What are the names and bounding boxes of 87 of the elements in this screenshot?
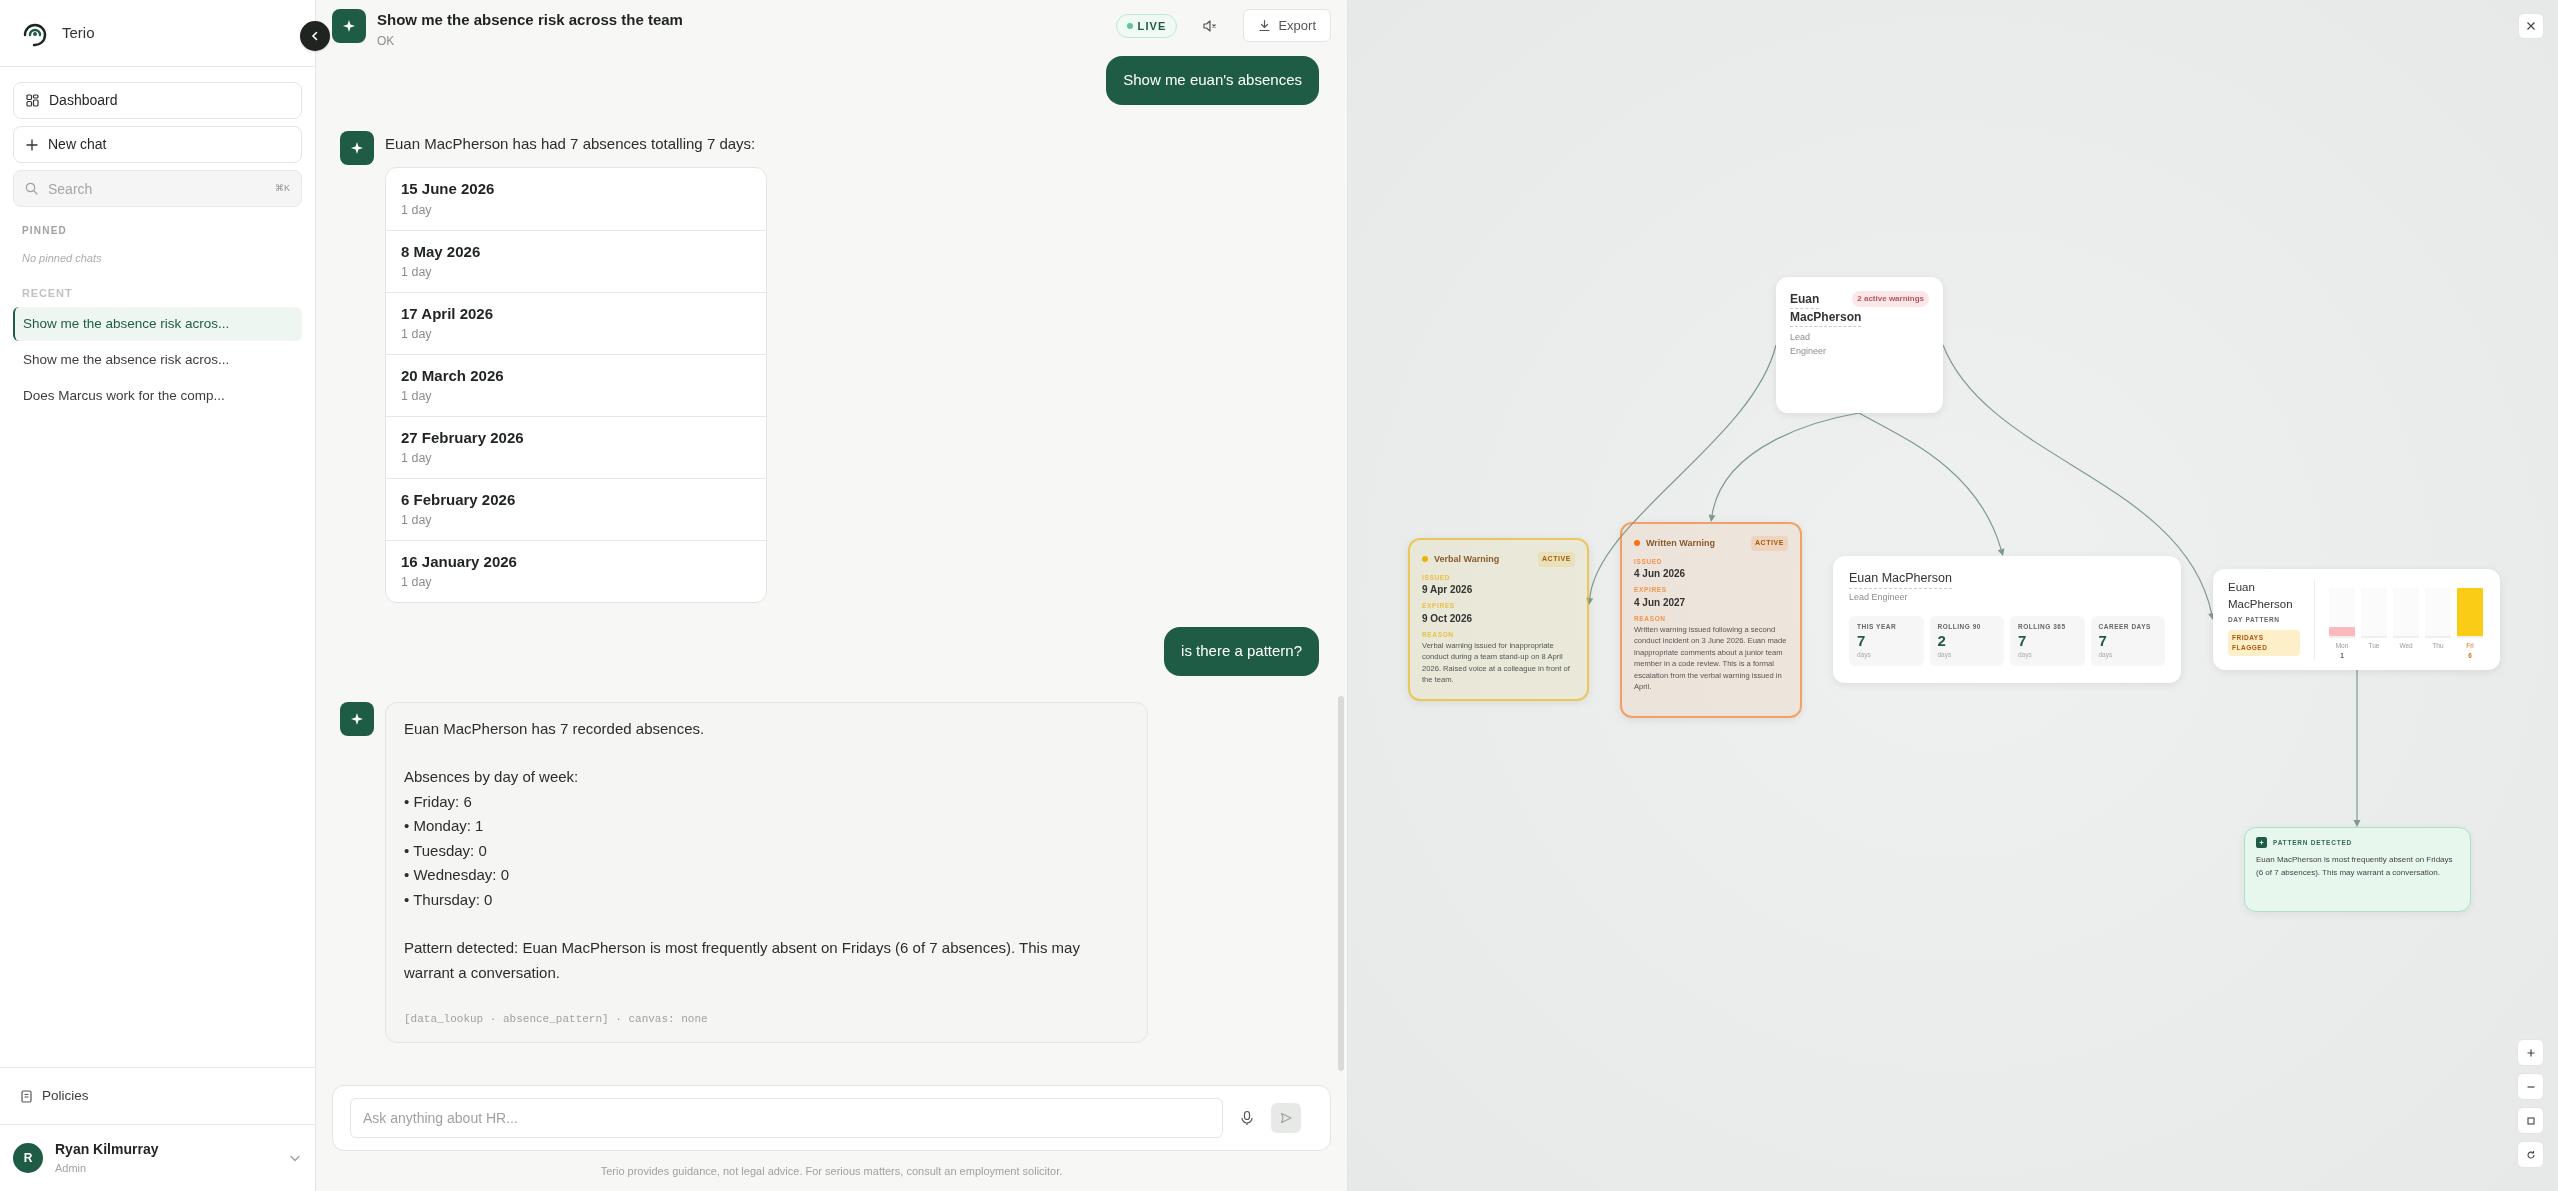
warning-title: Written Warning (1646, 536, 1716, 550)
user-name: Ryan Kilmurray (55, 1140, 160, 1160)
employee-role: Lead Engineer (1790, 331, 1828, 358)
absence-duration: 1 day (401, 574, 433, 592)
user-message: Show me euan's absences (1106, 56, 1319, 105)
document-icon (20, 1089, 33, 1103)
absence-duration: 1 day (401, 512, 433, 530)
live-badge: LIVE (1115, 14, 1178, 38)
absence-duration: 1 day (401, 326, 433, 344)
field-value: 4 Jun 2027 (1634, 596, 1687, 610)
absence-date: 17 April 2026 (401, 303, 494, 324)
message-text: • Wednesday: 0 (404, 865, 511, 885)
message-input[interactable]: Ask anything about HR... (350, 1098, 1223, 1138)
absence-duration: 1 day (401, 388, 433, 406)
stat-value: 2 (1937, 632, 1947, 650)
download-icon (1258, 19, 1272, 32)
insight-text: Euan MacPherson is most frequently absent on Fridays (6 of 7 absences). This may warrant a conversation. (2256, 854, 2454, 879)
warning-count-badge: 2 active warnings (1852, 291, 1929, 307)
grid-icon (26, 94, 39, 107)
export-button[interactable]: Export (1243, 9, 1331, 42)
absence-date: 8 May 2026 (401, 241, 482, 262)
square-icon (2525, 1115, 2536, 1126)
absence-date: 20 March 2026 (401, 365, 505, 386)
user-message: is there a pattern? (1164, 627, 1319, 676)
tool-meta-text: [data_lookup · absence_pattern] · canvas: none (404, 1012, 709, 1027)
employee-name: Euan (1790, 291, 1820, 309)
field-value: 9 Oct 2026 (1422, 612, 1474, 626)
zoom-out-button[interactable] (2517, 1073, 2544, 1100)
message-text: Pattern detected: Euan MacPherson is most frequently absent on Fridays (6 of 7 absences). This may warrant a conversation. (404, 938, 1081, 983)
chat-title: Show me the absence risk across the team (377, 10, 684, 30)
absence-date: 6 February 2026 (401, 489, 517, 510)
send-button[interactable] (1271, 1103, 1301, 1133)
user-role: Admin (55, 1161, 88, 1177)
send-icon (1280, 1112, 1292, 1124)
recent-chat-item[interactable]: Does Marcus work for the comp... (13, 379, 302, 413)
warning-card[interactable] (1408, 538, 1589, 701)
employee-name: Euan MacPherson (2228, 580, 2294, 612)
empty-state-text: No pinned chats (21, 251, 103, 266)
microphone-icon[interactable] (1239, 1110, 1255, 1126)
absence-date: 27 February 2026 (401, 427, 525, 448)
absence-duration: 1 day (401, 450, 433, 468)
message-text: • Friday: 6 (404, 791, 473, 812)
fit-view-button[interactable] (2517, 1107, 2544, 1134)
reset-view-button[interactable] (2517, 1141, 2544, 1168)
brand-name: Terio (62, 22, 95, 43)
message-text: Euan MacPherson has 7 recorded absences. (404, 718, 706, 739)
absence-duration: 1 day (401, 264, 433, 282)
field-value: 9 Apr 2026 (1422, 583, 1474, 598)
message-text: • Tuesday: 0 (404, 840, 488, 861)
employee-name: MacPherson (1790, 309, 1862, 327)
message-text: • Monday: 1 (404, 816, 485, 836)
plus-icon (2525, 1047, 2536, 1058)
disclaimer-text: Terio provides guidance, not legal advice. For serious matters, consult an employment solicitor. (599, 1163, 1064, 1179)
message-text: • Thursday: 0 (404, 889, 494, 910)
stat-value: 7 (1857, 632, 1867, 650)
shortcut-hint: ⌘K (275, 182, 290, 195)
employee-name: Euan MacPherson (1849, 569, 1952, 589)
absence-date: 16 January 2026 (401, 551, 518, 572)
message-text: Absences by day of week: (404, 767, 580, 787)
stat-value: 7 (2018, 632, 2028, 650)
plus-icon (26, 138, 38, 151)
close-icon (2526, 21, 2536, 31)
new-chat-button[interactable]: New chat (13, 126, 302, 163)
sparkle-icon (2256, 837, 2267, 848)
search-icon (25, 182, 38, 195)
field-value: 4 Jun 2026 (1634, 567, 1687, 582)
absence-duration: 1 day (401, 201, 433, 219)
section-heading: RECENT (21, 285, 74, 301)
warning-title: Verbal Warning (1434, 552, 1501, 566)
recent-chat-item[interactable]: Show me the absence risk acros... (13, 343, 302, 377)
section-heading: PINNED (21, 224, 68, 238)
absence-date: 15 June 2026 (401, 179, 496, 200)
collapse-button[interactable] (300, 21, 330, 51)
assistant-message: Euan MacPherson has had 7 absences totalling 7 days: (385, 133, 757, 154)
user-avatar: R (13, 1143, 43, 1173)
warning-card[interactable] (1620, 522, 1802, 718)
dashboard-button[interactable]: Dashboard (13, 82, 302, 119)
muted-speaker-icon[interactable] (1202, 18, 1219, 34)
stat-value: 7 (2098, 632, 2108, 650)
chat-status: OK (377, 32, 396, 50)
rotate-icon (2525, 1149, 2536, 1160)
recent-chat-item[interactable]: Show me the absence risk acros... (13, 307, 302, 341)
zoom-in-button[interactable] (2517, 1039, 2544, 1066)
employee-card[interactable]: Euan 2 active warnings MacPherson Lead Engineer (1776, 277, 1943, 413)
employee-role: Lead Engineer (1849, 590, 1909, 604)
close-button[interactable] (2518, 13, 2544, 39)
policies-link[interactable]: Policies (20, 1085, 89, 1107)
